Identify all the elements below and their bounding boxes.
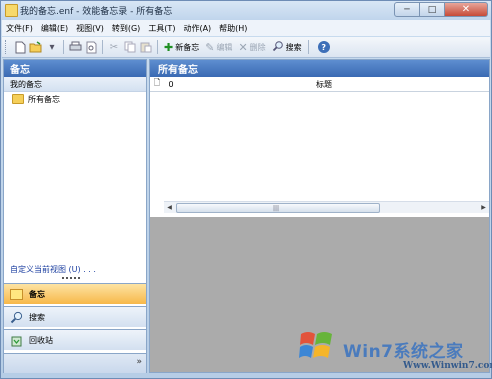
scroll-right-icon[interactable]: ▶ [478, 202, 489, 213]
nav-group-header[interactable]: 我的备忘 [4, 77, 146, 92]
edit-label: 编辑 [216, 42, 233, 52]
watermark-url: Www.Winwin7.com [403, 361, 492, 371]
nav-pane-footer: » [4, 353, 146, 373]
toolbar-grip[interactable] [5, 40, 9, 54]
new-memo-label: 新备忘 [175, 42, 200, 52]
menu-view[interactable]: 视图(V) [72, 23, 108, 34]
nav-button-label: 回收站 [29, 335, 53, 345]
chevron-down-icon[interactable]: » [136, 357, 142, 367]
delete-label: 删除 [249, 42, 266, 52]
menu-tools[interactable]: 工具(T) [144, 23, 179, 34]
nav-button-label: 搜索 [29, 312, 45, 322]
window-title: 我的备忘.enf - 效能备忘录 - 所有备忘 [20, 7, 173, 17]
search-button[interactable]: 搜索 [272, 40, 302, 55]
menu-goto[interactable]: 转到(G) [108, 23, 144, 34]
close-button[interactable]: ✕ [445, 2, 488, 17]
magnifier-icon [272, 40, 284, 55]
scroll-grip: ||| [273, 205, 280, 212]
nav-button-label: 备忘 [29, 289, 45, 299]
watermark-text: Win7系统之家 [343, 342, 464, 362]
menu-help[interactable]: 帮助(H) [215, 23, 251, 34]
delete-button[interactable]: ✕ 删除 [238, 41, 265, 54]
horizontal-scrollbar[interactable]: ◀ ||| ▶ [164, 201, 489, 213]
pencil-icon: ✎ [205, 40, 215, 54]
paste-icon[interactable] [139, 40, 153, 54]
open-folder-icon[interactable] [29, 40, 43, 54]
app-window: 我的备忘.enf - 效能备忘录 - 所有备忘 ─ □ ✕ 文件(F) 编辑(E… [0, 0, 492, 379]
list-column-header: 🗋 0 标题 [150, 77, 489, 92]
windows-logo-watermark [299, 332, 332, 358]
folder-icon [12, 94, 24, 104]
delete-x-icon: ✕ [238, 40, 248, 54]
dropdown-arrow-icon[interactable]: ▾ [45, 40, 59, 54]
print-icon[interactable] [68, 40, 82, 54]
tree-item-label: 所有备忘 [28, 94, 60, 104]
scroll-left-icon[interactable]: ◀ [164, 202, 175, 213]
recycle-bin-icon [10, 334, 23, 347]
search-icon [10, 311, 23, 324]
nav-button-memo[interactable]: 备忘 [4, 283, 146, 304]
menu-bar: 文件(F) 编辑(E) 视图(V) 转到(G) 工具(T) 动作(A) 帮助(H… [2, 20, 490, 36]
search-label: 搜索 [285, 42, 302, 52]
toolbar-separator [157, 40, 158, 54]
toolbar-separator [307, 40, 309, 54]
help-icon[interactable]: ? [317, 41, 330, 53]
cut-icon[interactable]: ✂ [107, 40, 121, 54]
tree-item-all-memos[interactable]: 所有备忘 [4, 92, 146, 106]
navigation-pane: 备忘 我的备忘 所有备忘 自定义当前视图 (U) . . . 备忘 搜索 回收站 [3, 59, 147, 373]
edit-button[interactable]: ✎ 编辑 [205, 41, 232, 54]
toolbar-separator [63, 40, 64, 54]
menu-edit[interactable]: 编辑(E) [37, 23, 72, 34]
column-icon[interactable]: 🗋 [150, 77, 164, 91]
nav-pane-header: 备忘 [4, 60, 146, 77]
content-pane-header: 所有备忘 [150, 60, 489, 77]
print-preview-icon[interactable] [84, 40, 98, 54]
app-icon [5, 4, 18, 17]
column-attachment[interactable]: 0 [164, 80, 178, 89]
nav-button-recycle-bin[interactable]: 回收站 [4, 329, 146, 350]
copy-icon[interactable] [123, 40, 137, 54]
new-file-icon[interactable] [13, 40, 27, 54]
nav-button-search[interactable]: 搜索 [4, 306, 146, 327]
title-bar[interactable]: 我的备忘.enf - 效能备忘录 - 所有备忘 ─ □ ✕ [1, 1, 491, 20]
new-memo-button[interactable]: ✚ 新备忘 [164, 41, 199, 54]
plus-icon: ✚ [164, 40, 174, 54]
pane-splitter-handle[interactable] [62, 277, 80, 281]
customize-view-link[interactable]: 自定义当前视图 (U) . . . [10, 264, 96, 275]
minimize-button[interactable]: ─ [394, 2, 420, 17]
column-title[interactable]: 标题 [316, 79, 332, 90]
toolbar: ▾ ✂ ✚ 新备忘 ✎ 编辑 ✕ 删除 搜索 ? [2, 37, 490, 58]
menu-file[interactable]: 文件(F) [2, 23, 37, 34]
toolbar-separator [102, 40, 103, 54]
menu-actions[interactable]: 动作(A) [179, 23, 215, 34]
memo-icon [10, 288, 23, 301]
maximize-button[interactable]: □ [420, 2, 445, 17]
scroll-thumb[interactable]: ||| [176, 203, 380, 213]
window-controls: ─ □ ✕ [394, 2, 488, 18]
